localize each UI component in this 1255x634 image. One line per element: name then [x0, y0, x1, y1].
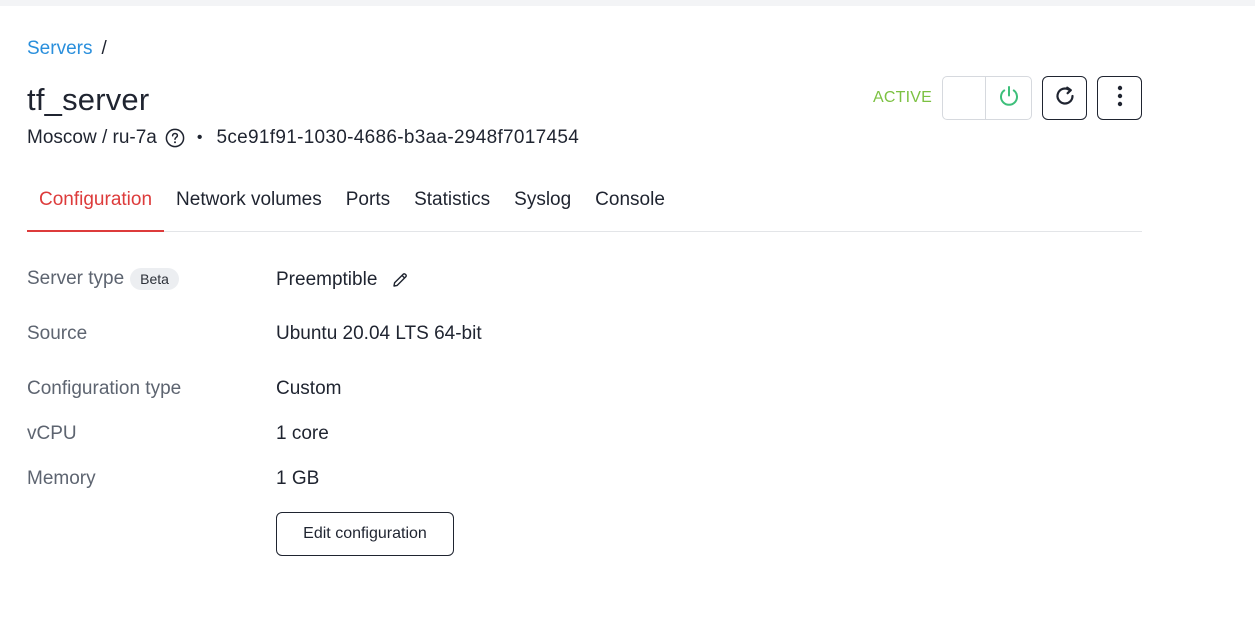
source-label: Source	[27, 323, 88, 344]
configuration-type-label: Configuration type	[27, 378, 182, 399]
status-badge: ACTIVE	[873, 89, 932, 106]
source-value: Ubuntu 20.04 LTS 64-bit	[276, 323, 482, 344]
server-type-value: Preemptible	[276, 269, 378, 290]
tab-ports[interactable]: Ports	[334, 178, 402, 231]
source-row: Source	[27, 323, 87, 345]
tab-syslog[interactable]: Syslog	[502, 178, 583, 231]
vcpu-row: vCPU	[27, 423, 77, 445]
server-type-row: Server type Beta	[27, 268, 179, 290]
configuration-type-row: Configuration type	[27, 378, 181, 400]
reboot-button[interactable]	[1042, 76, 1087, 120]
power-toggle-group	[942, 76, 1032, 120]
server-type-label: Server type	[27, 268, 125, 289]
reboot-icon	[1053, 84, 1077, 113]
tab-network-volumes[interactable]: Network volumes	[164, 178, 334, 231]
meta-separator-dot: •	[196, 129, 203, 146]
power-button[interactable]	[986, 77, 1031, 119]
vcpu-label: vCPU	[27, 423, 77, 444]
configuration-type-value: Custom	[276, 378, 342, 399]
help-circle-icon[interactable]	[165, 128, 185, 148]
server-actions: ACTIVE	[873, 76, 1142, 120]
memory-row: Memory	[27, 468, 96, 490]
memory-label: Memory	[27, 468, 96, 489]
memory-value: 1 GB	[276, 468, 320, 489]
page-title: tf_server	[27, 82, 150, 117]
breadcrumb-servers-link[interactable]: Servers	[27, 38, 92, 60]
tab-configuration[interactable]: Configuration	[27, 178, 165, 232]
tab-console[interactable]: Console	[583, 178, 677, 231]
breadcrumb: Servers /	[27, 38, 107, 60]
server-page: Servers / tf_server Moscow / ru-7a • 5ce…	[27, 0, 1142, 634]
tab-bar: Configuration Network volumes Ports Stat…	[27, 178, 1142, 232]
more-vertical-icon	[1117, 85, 1123, 112]
edit-configuration-button[interactable]: Edit configuration	[276, 512, 454, 556]
breadcrumb-separator: /	[101, 38, 107, 59]
server-location: Moscow / ru-7a	[27, 127, 157, 148]
server-uuid: 5ce91f91-1030-4686-b3aa-2948f7017454	[216, 127, 580, 148]
power-icon	[997, 84, 1021, 113]
server-meta: Moscow / ru-7a • 5ce91f91-1030-4686-b3aa…	[27, 127, 579, 149]
tab-statistics[interactable]: Statistics	[402, 178, 502, 231]
more-actions-button[interactable]	[1097, 76, 1142, 120]
vcpu-value: 1 core	[276, 423, 329, 444]
power-off-toggle[interactable]	[943, 77, 986, 119]
beta-badge: Beta	[130, 268, 179, 290]
pencil-icon[interactable]	[391, 271, 409, 289]
server-type-value-group: Preemptible	[276, 269, 409, 291]
